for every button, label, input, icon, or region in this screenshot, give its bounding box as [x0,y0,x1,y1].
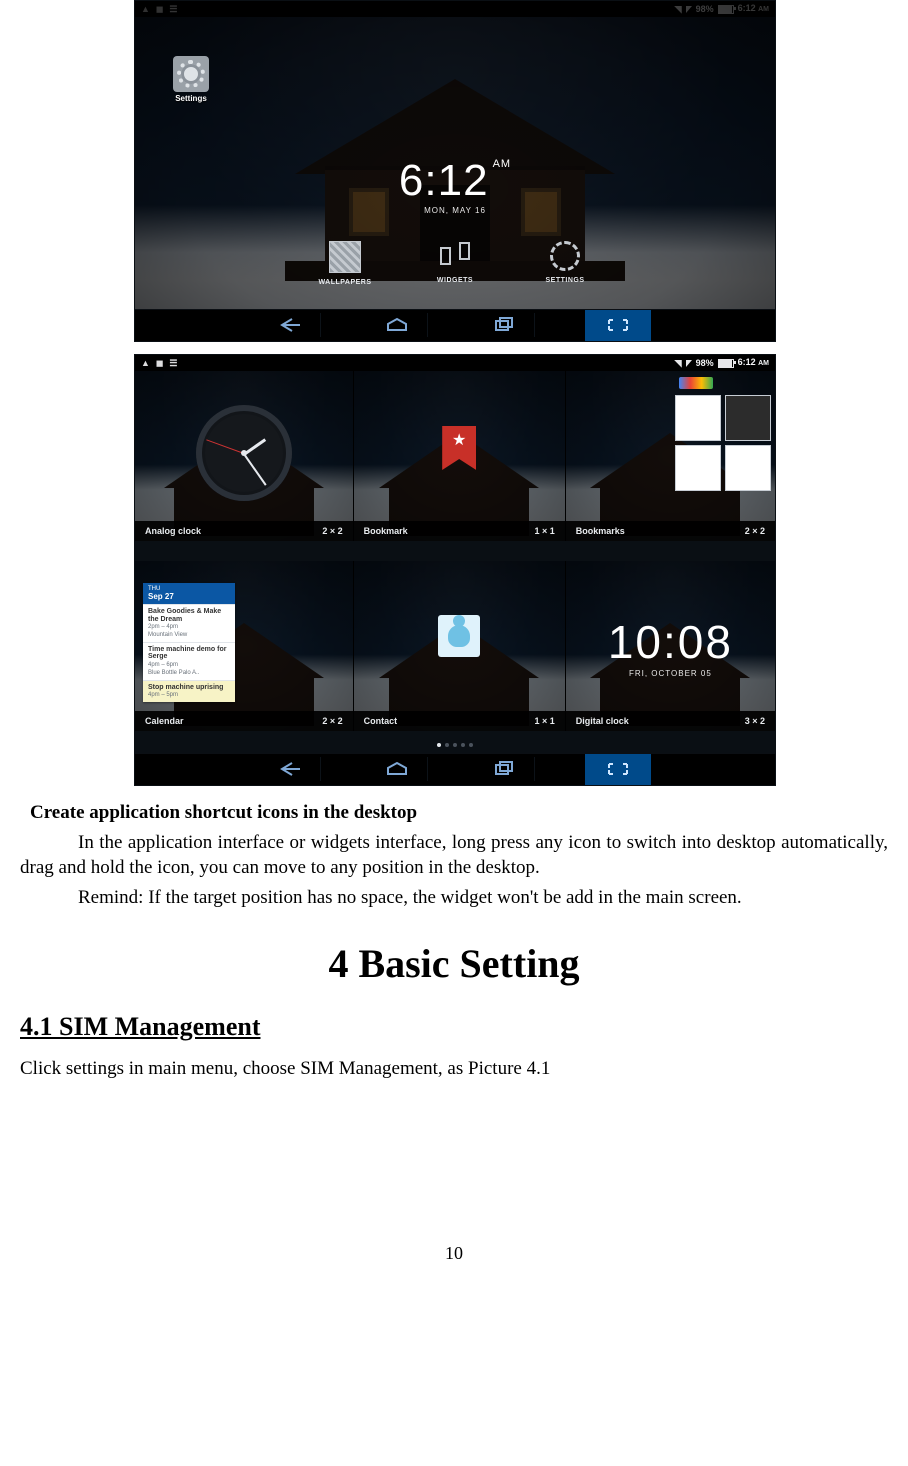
screenshot-button[interactable] [585,309,651,341]
widget-size: 2 × 2 [745,521,765,541]
paragraph-heading: Create application shortcut icons in the… [20,800,888,826]
widget-size: 3 × 2 [745,711,765,731]
widget-name: Digital clock [576,711,629,731]
widget-row: Analog clock 2 × 2 Bookmark 1 × 1 Boo [135,371,775,541]
digital-clock-icon: 10:08 FRI, OCTOBER 05 [608,611,733,680]
status-time: 6:12 AM [738,354,769,372]
widget-row: THUSep 27 Bake Goodies & Make the Dream2… [135,561,775,731]
widget-cell-contact[interactable]: Contact 1 × 1 [354,561,565,731]
figure-group: ▲ ◼ ☰ ◥ 98% 6:12 AM Settings 6:12 AM MON,… [134,0,774,786]
widget-size: 1 × 1 [535,711,555,731]
gear-icon [173,56,209,92]
section-heading: 4 Basic Setting [20,937,888,991]
battery-pct: 98% [696,355,714,371]
widget-cell-bookmark[interactable]: Bookmark 1 × 1 [354,371,565,541]
back-button[interactable] [260,757,321,781]
screenshot-widget-picker: ▲ ◼ ☰ ◥ 98% 6:12 AM Analog clock 2 × [134,354,776,786]
widget-size: 1 × 1 [535,521,555,541]
notif-icon: ☰ [169,355,177,371]
widget-cell-analog-clock[interactable]: Analog clock 2 × 2 [135,371,353,541]
wallpapers-label: WALLPAPERS [318,279,371,286]
clock-ampm: AM [493,158,512,170]
paragraph: Click settings in main menu, choose SIM … [20,1056,888,1082]
signal-icon [686,360,692,367]
settings-shortcut-icon[interactable]: Settings [165,56,217,103]
widget-size: 2 × 2 [322,521,342,541]
home-button[interactable] [367,313,428,337]
paragraph: Remind: If the target position has no sp… [20,885,888,911]
back-button[interactable] [260,313,321,337]
contact-icon [438,615,480,657]
widget-name: Bookmarks [576,521,625,541]
page-number: 10 [20,1241,888,1265]
nav-bar [135,309,775,341]
analog-clock-icon [196,405,292,501]
wifi-icon: ◥ [675,355,682,371]
widget-name: Calendar [145,711,184,731]
recents-button[interactable] [474,757,535,781]
paragraph: In the application interface or widgets … [20,830,888,881]
widget-name: Analog clock [145,521,201,541]
widgets-label: WIDGETS [437,277,473,284]
widget-name: Contact [364,711,398,731]
widget-name: Bookmark [364,521,408,541]
widgets-button[interactable]: WIDGETS [427,241,483,286]
settings-button[interactable]: SETTINGS [537,241,593,286]
widget-cell-bookmarks[interactable]: Bookmarks 2 × 2 [566,371,775,541]
home-button[interactable] [367,757,428,781]
widget-cell-digital-clock[interactable]: 10:08 FRI, OCTOBER 05 Digital clock 3 × … [566,561,775,731]
google-logo-icon [679,377,713,389]
settings-label: SETTINGS [545,277,584,284]
screenshot-longpress-menu: ▲ ◼ ☰ ◥ 98% 6:12 AM Settings 6:12AM MON,… [134,0,776,342]
notif-icon: ◼ [156,355,163,371]
clock-date: MON, MAY 16 [399,206,511,217]
status-bar: ▲ ◼ ☰ ◥ 98% 6:12 AM [135,355,775,371]
widgets-icon [440,241,470,271]
settings-icon [550,241,580,271]
nav-bar [135,753,775,785]
longpress-menu: WALLPAPERS WIDGETS SETTINGS [317,241,593,286]
notif-icon: ▲ [141,355,150,371]
recents-button[interactable] [474,313,535,337]
bookmarks-grid-icon [675,395,771,491]
wallpapers-icon [329,241,361,273]
home-clock-widget[interactable]: 6:12 AM MON, MAY 16 [399,151,511,217]
battery-icon [718,359,734,368]
clock-time: 6:12 [399,156,489,205]
wallpapers-button[interactable]: WALLPAPERS [317,241,373,286]
document-body: Create application shortcut icons in the… [20,800,888,1081]
screenshot-button[interactable] [585,753,651,785]
subsection-heading: 4.1 SIM Management [20,1009,888,1044]
widget-cell-calendar[interactable]: THUSep 27 Bake Goodies & Make the Dream2… [135,561,353,731]
calendar-widget-icon: THUSep 27 Bake Goodies & Make the Dream2… [143,583,235,702]
widget-size: 2 × 2 [322,711,342,731]
page-indicator [437,743,473,747]
settings-shortcut-label: Settings [165,94,217,103]
